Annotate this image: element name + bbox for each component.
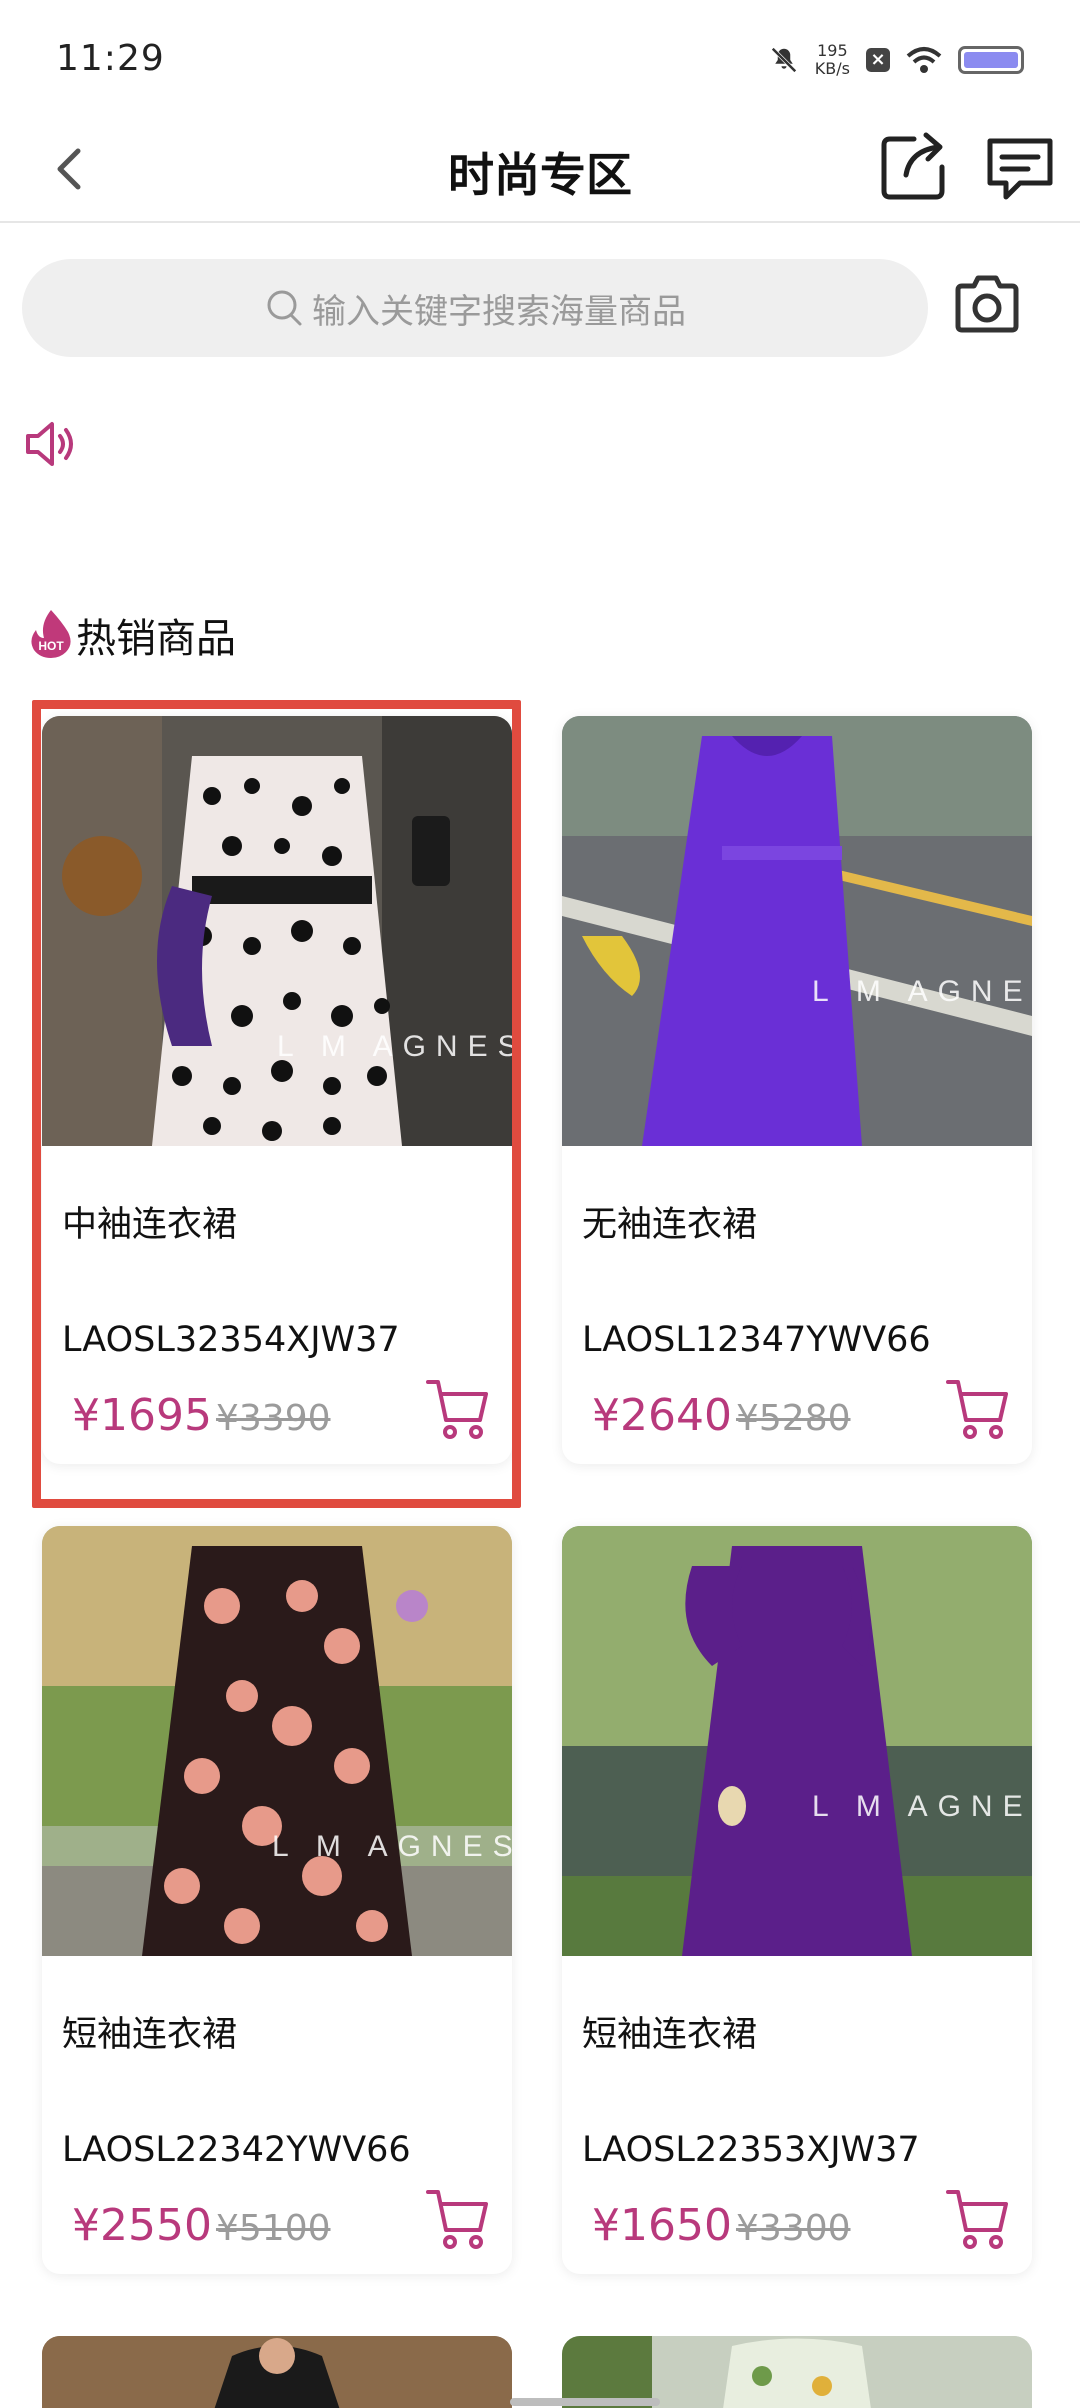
brand-watermark: L M AGNESE (812, 1790, 1032, 1823)
net-speed-value: 195 (817, 41, 848, 60)
section-title: 热销商品 (76, 616, 236, 662)
hot-badge-text: HOT (38, 639, 64, 653)
product-price: ¥2640 ¥5280 (592, 1390, 851, 1441)
status-icons: 195 KB/s × (769, 42, 1024, 78)
product-image[interactable]: L M AGNESE (562, 1526, 1032, 1956)
mute-bell-icon (771, 47, 797, 73)
product-card[interactable]: L M AGNESE 短袖连衣裙 LAOSL22353XJW37 ¥1650¥3… (562, 1526, 1032, 2274)
product-code: LAOSL22353XJW37 (582, 2130, 920, 2170)
current-price: ¥2550 (72, 2200, 212, 2251)
product-name: 无袖连衣裙 (582, 1205, 758, 1245)
brand-watermark: L M AGNESE (277, 1030, 512, 1063)
battery-icon (958, 46, 1024, 74)
product-image[interactable]: L M AGNESE (562, 716, 1032, 1146)
sim-box-icon: × (866, 48, 890, 72)
product-name: 短袖连衣裙 (62, 2015, 238, 2055)
product-name: 短袖连衣裙 (582, 2015, 758, 2055)
product-code: LAOSL22342YWV66 (62, 2130, 411, 2170)
product-card-partial[interactable] (42, 2336, 512, 2408)
product-price: ¥2550 ¥5100 (72, 2200, 331, 2251)
product-image[interactable]: L M AGNESE (42, 716, 512, 1146)
title-bar: 时尚专区 (0, 115, 1080, 223)
product-card[interactable]: L M AGNESE 中袖连衣裙 LAOSL32354XJW37 ¥1695¥3… (42, 716, 512, 1464)
message-icon[interactable] (980, 127, 1060, 207)
product-code: LAOSL32354XJW37 (62, 1320, 400, 1360)
original-price: ¥5280 (735, 1398, 851, 1439)
brand-watermark: L M AGNESE (272, 1830, 512, 1863)
wifi-icon (906, 47, 942, 73)
product-code: LAOSL12347YWV66 (582, 1320, 931, 1360)
brand-watermark: L M AGNESE (812, 975, 1032, 1008)
product-card[interactable]: L M AGNESE 无袖连衣裙 LAOSL12347YWV66 ¥2640¥5… (562, 716, 1032, 1464)
net-speed-unit: KB/s (814, 59, 850, 78)
add-to-cart-icon[interactable] (942, 2182, 1014, 2254)
add-to-cart-icon[interactable] (942, 1372, 1014, 1444)
original-price: ¥3300 (735, 2208, 851, 2249)
battery-level (964, 52, 1018, 68)
net-speed: 195 KB/s (815, 42, 850, 78)
search-input[interactable]: 输入关键字搜索海量商品 (22, 259, 928, 357)
current-price: ¥1650 (592, 2200, 732, 2251)
product-image[interactable]: L M AGNESE (42, 1526, 512, 1956)
search-icon (267, 290, 302, 326)
speaker-icon (26, 422, 73, 466)
original-price: ¥3390 (215, 1398, 331, 1439)
status-time: 11:29 (56, 38, 165, 79)
current-price: ¥2640 (592, 1390, 732, 1441)
search-placeholder: 输入关键字搜索海量商品 (312, 291, 686, 332)
product-price: ¥1695 ¥3390 (72, 1390, 331, 1441)
product-name: 中袖连衣裙 (62, 1205, 238, 1245)
camera-icon[interactable] (950, 268, 1024, 342)
hot-fire-icon: HOT (31, 610, 71, 658)
add-to-cart-icon[interactable] (422, 2182, 494, 2254)
add-to-cart-icon[interactable] (422, 1372, 494, 1444)
product-price: ¥1650 ¥3300 (592, 2200, 851, 2251)
original-price: ¥5100 (215, 2208, 331, 2249)
share-icon[interactable] (876, 125, 956, 205)
current-price: ¥1695 (72, 1390, 212, 1441)
product-image (42, 2336, 512, 2408)
scroll-indicator (510, 2398, 660, 2406)
product-card[interactable]: L M AGNESE 短袖连衣裙 LAOSL22342YWV66 ¥2550¥5… (42, 1526, 512, 2274)
status-bar: 11:29 195 KB/s × (0, 0, 1080, 115)
